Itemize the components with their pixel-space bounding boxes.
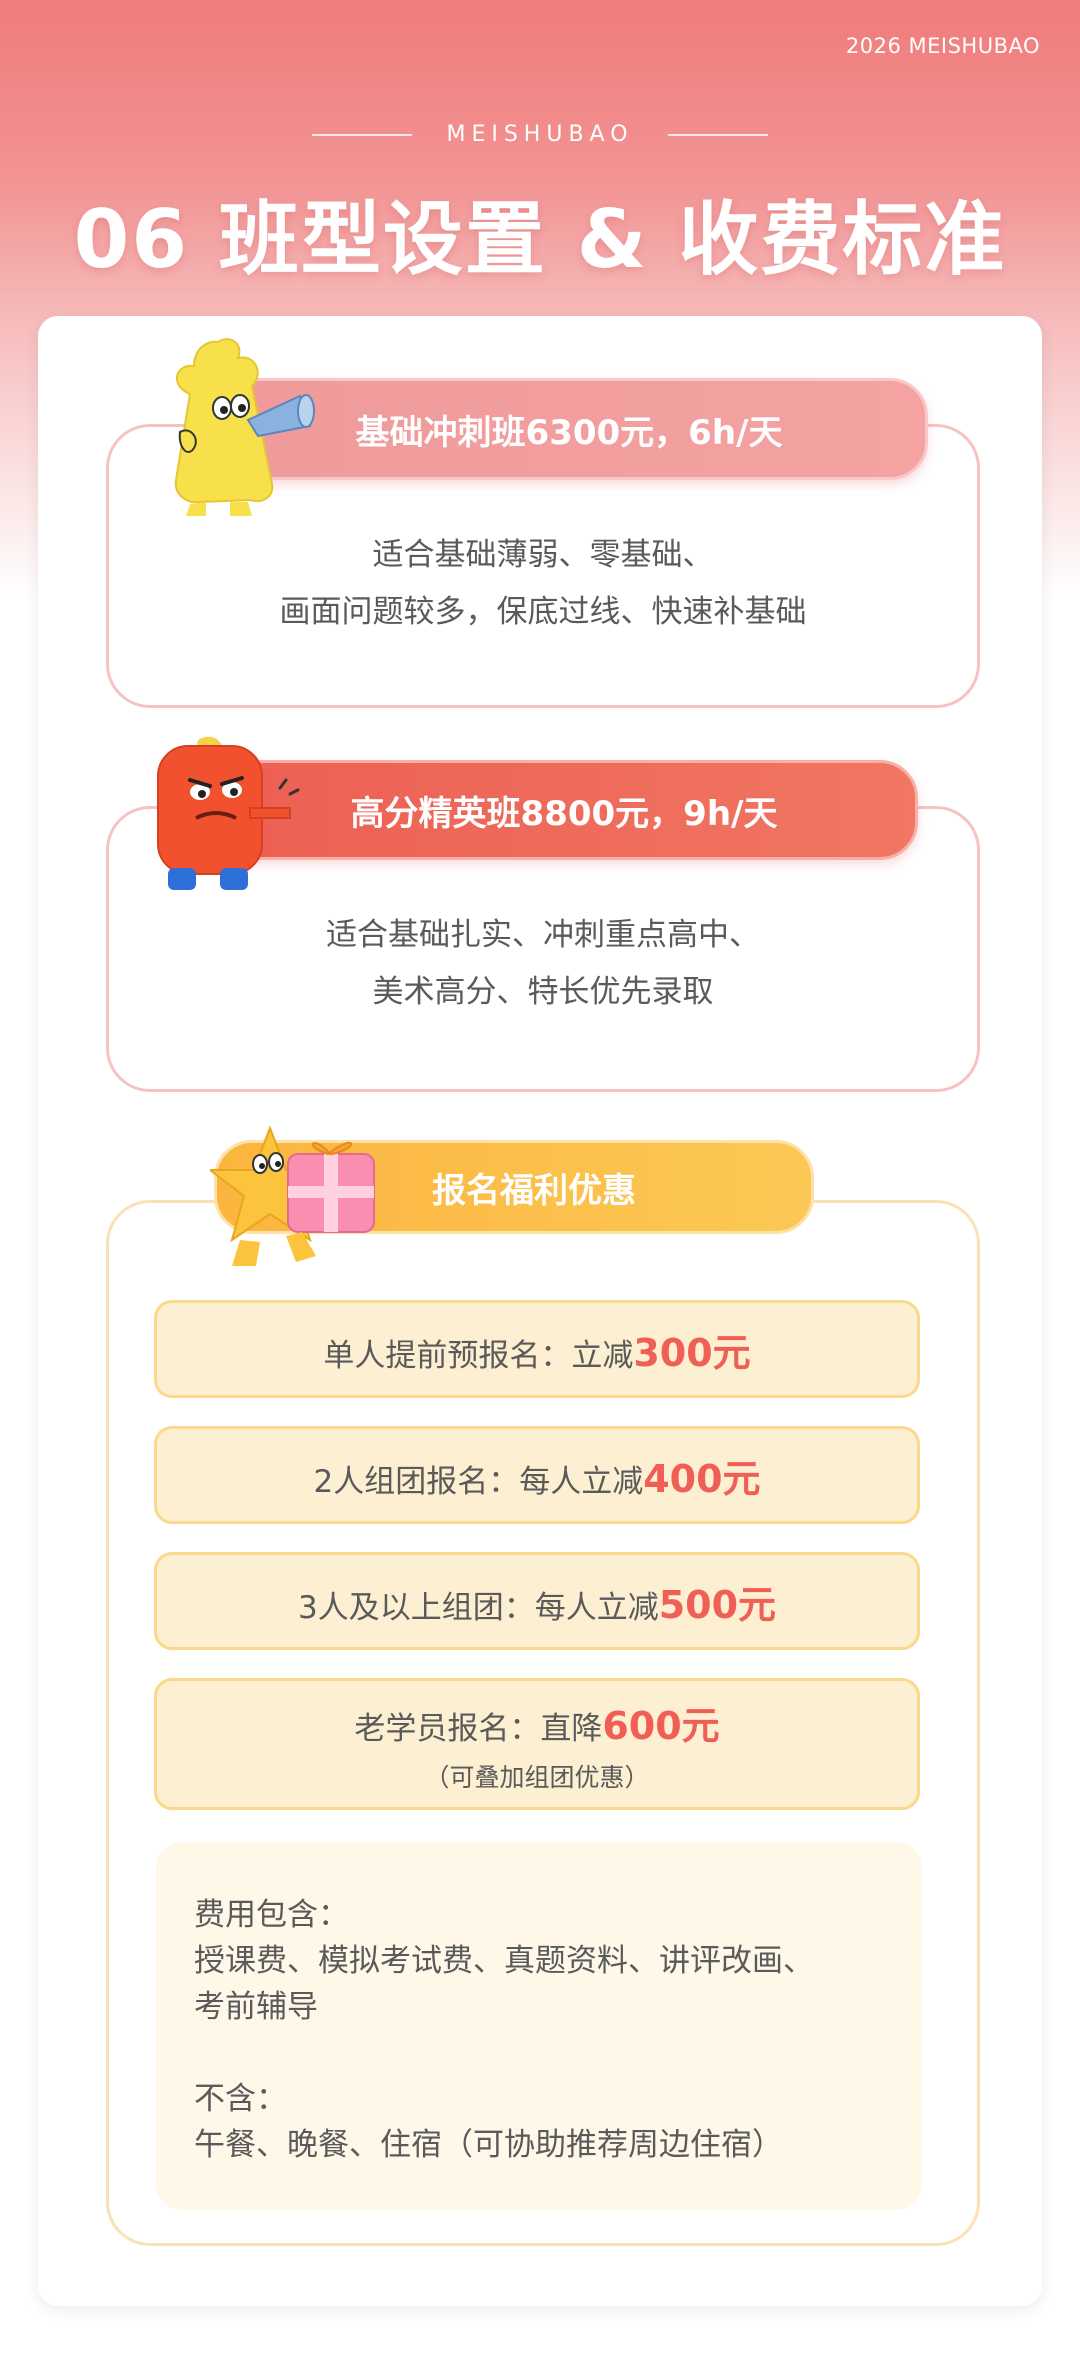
divider-left [312,133,413,136]
fee-excluded-list: 午餐、晚餐、住宿（可协助推荐周边住宿） [194,2127,783,2163]
benefit-text: 2人组团报名：每人立减 [313,1463,644,1500]
benefit-text: 单人提前预报名：立减 [323,1337,634,1374]
benefit-amount: 300元 [633,1330,751,1375]
divider-right [667,133,768,136]
fee-included-list: 授课费、模拟考试费、真题资料、讲评改画、 [194,1943,814,1979]
benefit-item-returning: 老学员报名：直降 600元 （可叠加组团优惠） [154,1678,920,1810]
page-title: 06 班型设置 & 收费标准 [73,193,1007,286]
megaphone-mascot-icon [174,338,315,516]
benefit-amount: 500元 [658,1582,777,1627]
class-desc-line1: 适合基础薄弱、零基础、 [372,537,714,573]
benefit-item-early: 单人提前预报名：立减 300元 [154,1300,920,1398]
benefit-note: （可叠加组团优惠） [424,1762,650,1792]
brand-row: MEISHUBAO [0,122,1080,147]
fee-details: 费用包含： 授课费、模拟考试费、真题资料、讲评改画、 考前辅导 不含： 午餐、晚… [156,1842,922,2210]
fee-included-title: 费用包含： [194,1897,349,1933]
corner-label: 2026 MEISHUBAO [845,34,1040,58]
benefit-item-group3: 3人及以上组团：每人立减 500元 [154,1552,920,1650]
class-desc-line1: 适合基础扎实、冲刺重点高中、 [326,917,760,953]
fee-excluded-title: 不含： [194,2081,287,2117]
benefit-amount: 400元 [643,1456,761,1501]
class-desc-line2: 画面问题较多，保底过线、快速补基础 [279,594,807,630]
class-desc-line2: 美术高分、特长优先录取 [372,974,714,1010]
benefit-text: 老学员报名：直降 [354,1710,603,1747]
brand-name: MEISHUBAO [446,122,634,147]
fee-included-list-cont: 考前辅导 [194,1989,318,2025]
class-header-elite: 高分精英班8800元，9h/天 [210,760,918,860]
benefit-text: 3人及以上组团：每人立减 [297,1589,659,1626]
benefit-item-group2: 2人组团报名：每人立减 400元 [154,1426,920,1524]
gift-star-mascot-icon [210,1125,375,1266]
pointing-mascot-icon [157,736,300,890]
benefit-amount: 600元 [602,1703,720,1748]
